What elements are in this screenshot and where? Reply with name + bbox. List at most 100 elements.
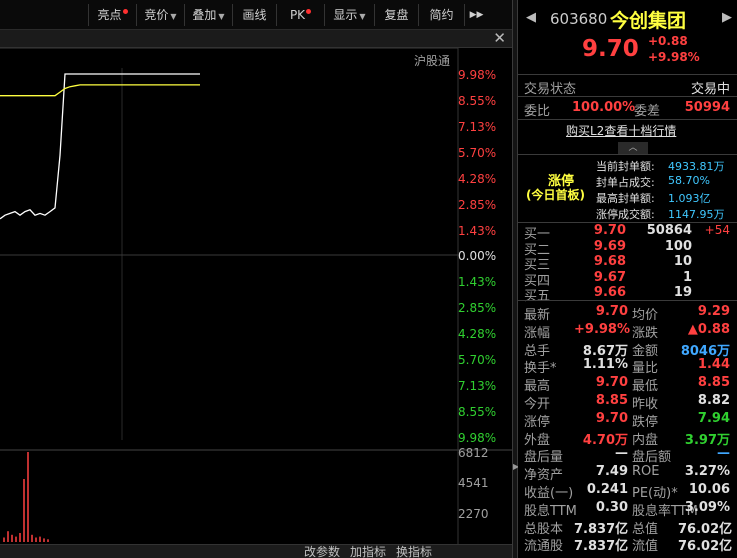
draw-label: 画线 <box>242 8 267 22</box>
pk-button[interactable]: PK <box>276 4 324 26</box>
stat-value: 8.85 <box>697 375 730 391</box>
pct-label-lower: 5.70% <box>458 353 497 367</box>
chart-subbar: ✕ <box>0 29 512 48</box>
pct-label-upper: 8.55% <box>458 94 497 108</box>
pct-label-lower: 7.13% <box>458 379 497 393</box>
bid-price: 9.70 <box>593 223 626 238</box>
stat-value: 9.29 <box>697 304 730 319</box>
quote-panel: ◀ 603680 今创集团 ▶ 9.70 +0.88 +9.98% 交易状态 交… <box>518 0 737 558</box>
collapse-up-icon[interactable]: ︿ <box>618 142 648 154</box>
divider <box>518 96 737 97</box>
stat-label: 涨停 <box>524 414 551 430</box>
l2-link[interactable]: 购买L2查看十档行情 <box>566 122 676 139</box>
stat-label: 换手* <box>524 361 557 377</box>
stat-label: 收益(一) <box>524 486 574 501</box>
vol-label-max: 6812 <box>458 446 489 460</box>
chart-canvas <box>0 48 512 544</box>
stat-label: 均价 <box>632 308 659 323</box>
stat-value: 7.837亿 <box>574 539 629 555</box>
stat-label: 盘后额 <box>632 450 672 466</box>
bid-price: 9.68 <box>593 254 626 269</box>
divider <box>518 300 737 301</box>
summary-button[interactable]: 简约 <box>418 4 464 26</box>
pct-label-upper: 1.43% <box>458 224 497 238</box>
stat-value: 3.09% <box>684 499 730 515</box>
bid-row[interactable]: 买五 9.66 19 <box>518 285 737 304</box>
stat-value: 76.02亿 <box>678 539 733 555</box>
ratio-label: 委比 <box>524 104 551 119</box>
intraday-chart: 沪股通 9.98% 8.55% 7.13% 5.70% 4.28% 2.85% 1.43% … <box>0 48 512 558</box>
indicator-bar: 改参数 加指标 换指标 <box>0 544 512 558</box>
diff-label: 委差 <box>634 104 661 119</box>
limit-stat-label: 当前封单额: <box>596 160 655 173</box>
bid-row[interactable]: 买一 9.70 50864 +54 <box>518 223 737 242</box>
stat-value: 8.85 <box>595 393 628 408</box>
stat-label: 最低 <box>632 379 659 395</box>
stat-value: 7.49 <box>595 464 628 480</box>
stat-value: — <box>717 446 730 462</box>
pct-label-upper: 9.98% <box>458 68 497 82</box>
bid-price: 9.69 <box>593 238 626 254</box>
pct-label-upper: 7.13% <box>458 120 497 134</box>
chart-toolbar: 亮点 竞价 ▼ 叠加 ▼ 画线 PK 显示 ▼ 复盘 简约 ▶▶ <box>0 0 512 30</box>
swap-indicator-button[interactable]: 换指标 <box>396 545 432 558</box>
stat-value: 1.44 <box>697 357 730 373</box>
close-icon[interactable]: ✕ <box>493 29 506 47</box>
display-button[interactable]: 显示 ▼ <box>324 4 374 26</box>
stat-label: 外盘 <box>524 432 551 448</box>
pct-label-upper: 5.70% <box>458 146 497 160</box>
limit-stat-value: 1.093亿 <box>668 192 711 205</box>
pk-label: PK <box>289 8 306 22</box>
highlight-button[interactable]: 亮点 <box>88 4 136 26</box>
stat-value: 9.70 <box>595 410 628 426</box>
caret-down-icon: ▼ <box>359 12 366 21</box>
add-indicator-button[interactable]: 加指标 <box>350 545 386 558</box>
stat-value: 0.30 <box>595 499 628 515</box>
stat-label: 流值 <box>632 539 659 555</box>
volume-bars <box>3 452 49 542</box>
display-label: 显示 <box>333 8 358 22</box>
limit-stat-label: 封单占成交: <box>596 176 655 189</box>
stat-value: 4.70万 <box>582 432 628 448</box>
stat-value: 7.837亿 <box>574 521 629 537</box>
review-label: 复盘 <box>384 8 409 22</box>
stat-label: 最高 <box>524 379 551 395</box>
limit-subtitle: (今日首板) <box>526 188 585 202</box>
stat-value: 7.94 <box>697 410 730 426</box>
overlay-button[interactable]: 叠加 ▼ <box>184 4 232 26</box>
bid-row[interactable]: 买三 9.68 10 <box>518 254 737 273</box>
draw-button[interactable]: 画线 <box>232 4 276 26</box>
stat-label: ROE <box>632 464 660 480</box>
stat-label: 量比 <box>632 361 659 377</box>
hgt-label: 沪股通 <box>414 54 451 68</box>
stat-value: 3.27% <box>684 464 730 480</box>
more-button[interactable]: ▶▶ <box>464 4 488 26</box>
bid-price: 9.67 <box>593 269 626 285</box>
bid-row[interactable]: 买二 9.69 100 <box>518 238 737 258</box>
price-change-pct: +9.98% <box>648 50 700 64</box>
pct-label-upper: 2.85% <box>458 198 497 212</box>
stat-value: 9.70 <box>595 304 628 319</box>
stat-label: 内盘 <box>632 432 659 448</box>
pct-label-lower: 2.85% <box>458 301 497 315</box>
next-stock-icon[interactable]: ▶ <box>722 10 732 25</box>
prev-stock-icon[interactable]: ◀ <box>526 10 536 25</box>
stock-name: 今创集团 <box>610 10 687 32</box>
divider <box>518 154 737 155</box>
pct-label-lower: 4.28% <box>458 327 497 341</box>
bid-volume: 100 <box>664 238 692 254</box>
limit-stat-value: 4933.81万 <box>668 160 725 173</box>
more-icon: ▶▶ <box>469 10 484 20</box>
stat-label: 昨收 <box>632 397 659 412</box>
bid-volume: 10 <box>673 254 692 269</box>
stat-label: 最新 <box>524 308 551 323</box>
stat-label: 总值 <box>632 521 659 537</box>
stat-label: 金额 <box>632 343 659 359</box>
ratio-value: 100.00% <box>572 100 636 115</box>
params-button[interactable]: 改参数 <box>304 545 340 558</box>
review-button[interactable]: 复盘 <box>374 4 418 26</box>
bidding-button[interactable]: 竞价 ▼ <box>136 4 184 26</box>
bid-row[interactable]: 买四 9.67 1 <box>518 269 737 289</box>
vol-label-low: 2270 <box>458 507 489 521</box>
stat-value: 9.70 <box>595 375 628 391</box>
